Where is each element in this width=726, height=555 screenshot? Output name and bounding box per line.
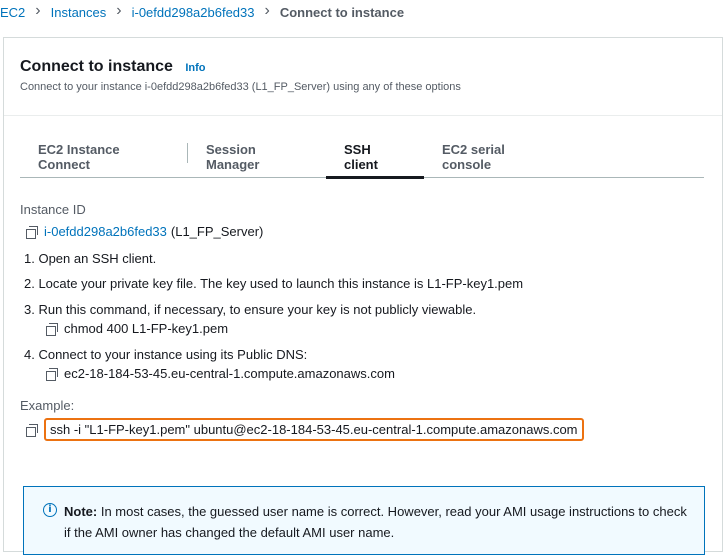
ssh-command-row: ssh -i "L1-FP-key1.pem" ubuntu@ec2-18-18…: [26, 418, 584, 441]
step-2: 2. Locate your private key file. The key…: [24, 276, 524, 291]
chmod-command: chmod 400 L1-FP-key1.pem: [64, 321, 229, 336]
info-link[interactable]: Info: [185, 62, 205, 74]
breadcrumb-ec2[interactable]: EC2: [0, 5, 25, 20]
note-text: Note: In most cases, the guessed user na…: [64, 501, 694, 543]
note-alert: i Note: In most cases, the guessed user …: [23, 486, 705, 555]
page-title: Connect to instance Info: [20, 58, 206, 76]
public-dns-row: ec2-18-184-53-45.eu-central-1.compute.am…: [46, 366, 395, 381]
tab-ec2-instance-connect[interactable]: EC2 Instance Connect: [20, 136, 188, 178]
tab-session-manager[interactable]: Session Manager: [188, 136, 326, 178]
tab-label: SSH client: [344, 142, 378, 172]
info-icon: i: [43, 503, 57, 517]
copy-icon[interactable]: [46, 367, 58, 381]
breadcrumb-current: Connect to instance: [279, 4, 405, 20]
breadcrumb-instance-id[interactable]: i-0efdd298a2b6fed33: [132, 5, 255, 20]
breadcrumb: EC2 › Instances › i-0efdd298a2b6fed33 › …: [0, 0, 404, 24]
step-4: 4. Connect to your instance using its Pu…: [24, 347, 308, 362]
step-3: 3. Run this command, if necessary, to en…: [24, 302, 477, 317]
tab-label: EC2 Instance Connect: [38, 142, 120, 172]
chevron-right-icon: ›: [116, 2, 122, 19]
chevron-right-icon: ›: [264, 2, 270, 19]
note-body: In most cases, the guessed user name is …: [64, 504, 687, 540]
step-1: 1. Open an SSH client.: [24, 251, 157, 266]
connect-tabs: EC2 Instance Connect Session Manager SSH…: [20, 136, 704, 179]
instance-id-label: Instance ID: [20, 202, 86, 217]
copy-icon[interactable]: [46, 322, 58, 336]
tab-ec2-serial-console[interactable]: EC2 serial console: [424, 136, 574, 178]
tab-label: EC2 serial console: [442, 142, 505, 172]
ssh-command: ssh -i "L1-FP-key1.pem" ubuntu@ec2-18-18…: [44, 418, 584, 441]
tab-label: Session Manager: [206, 142, 260, 172]
public-dns: ec2-18-184-53-45.eu-central-1.compute.am…: [64, 366, 395, 381]
note-label: Note:: [64, 504, 98, 519]
instance-id-link[interactable]: i-0efdd298a2b6fed33: [44, 224, 167, 239]
example-label: Example:: [20, 398, 75, 413]
page-title-text: Connect to instance: [20, 58, 173, 75]
chmod-command-row: chmod 400 L1-FP-key1.pem: [46, 321, 228, 336]
copy-icon[interactable]: [26, 225, 38, 239]
chevron-right-icon: ›: [35, 2, 41, 19]
page-subtitle: Connect to your instance i-0efdd298a2b6f…: [20, 81, 461, 93]
breadcrumb-instances[interactable]: Instances: [51, 5, 107, 20]
card-header: Connect to instance Info Connect to your…: [4, 38, 722, 116]
instance-name: (L1_FP_Server): [170, 224, 264, 239]
instance-id-row: i-0efdd298a2b6fed33 (L1_FP_Server): [26, 224, 263, 239]
tab-ssh-client[interactable]: SSH client: [326, 136, 424, 179]
connect-card: Connect to instance Info Connect to your…: [3, 37, 723, 555]
copy-icon[interactable]: [26, 423, 38, 437]
